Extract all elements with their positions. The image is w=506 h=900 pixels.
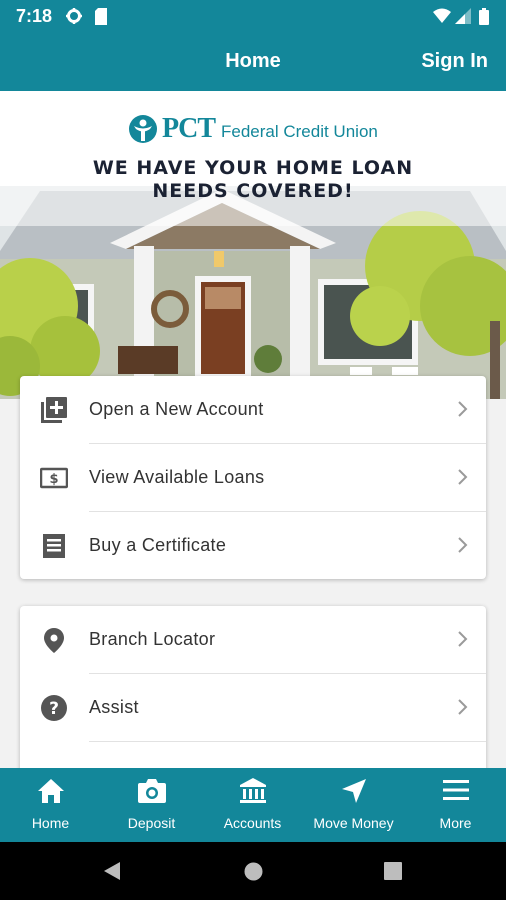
bank-icon [239, 778, 267, 809]
nav-move-money-label: Move Money [313, 815, 394, 831]
home-circle-icon[interactable] [244, 862, 263, 886]
chevron-right-icon [458, 469, 468, 490]
menu-icon [442, 778, 470, 807]
signal-icon [455, 8, 471, 29]
branch-locator-label: Branch Locator [89, 629, 216, 649]
sign-in-button[interactable]: Sign In [421, 50, 488, 73]
nav-home-label: Home [31, 815, 70, 831]
banner-headline-line2: NEEDS COVERED! [152, 180, 354, 202]
status-bar: 7:18 [0, 0, 506, 32]
nav-move-money[interactable]: Move Money [303, 768, 404, 842]
back-icon[interactable] [103, 861, 121, 886]
logo-tagline: Federal Credit Union [221, 122, 378, 141]
view-loans-label: View Available Loans [89, 467, 265, 487]
pct-logo-icon [129, 115, 157, 143]
chevron-right-icon [458, 537, 468, 558]
pct-logo: PCT Federal Credit Union [128, 113, 378, 145]
chevron-right-icon [458, 699, 468, 720]
nav-more-label: More [439, 815, 472, 831]
buy-certificate-item[interactable]: Buy a Certificate [20, 512, 486, 580]
assist-label: Assist [89, 697, 139, 717]
logo-pct-text: PCT [162, 113, 216, 144]
assist-item[interactable]: ? Assist [20, 674, 486, 742]
recents-icon[interactable] [384, 862, 402, 885]
nav-deposit-label: Deposit [127, 815, 176, 831]
system-nav-bar [0, 842, 506, 900]
chevron-right-icon [458, 631, 468, 652]
nav-home[interactable]: Home [0, 768, 101, 842]
certificate-icon [40, 532, 68, 560]
status-time: 7:18 [16, 6, 53, 26]
battery-icon [479, 8, 489, 30]
nav-deposit[interactable]: Deposit [101, 768, 202, 842]
promo-banner[interactable]: PCT Federal Credit Union WE HAVE YOUR HO… [0, 91, 506, 399]
settings-icon [66, 8, 82, 29]
sd-card-icon [94, 8, 108, 30]
banner-headline: WE HAVE YOUR HOME LOAN NEEDS COVERED! [0, 157, 506, 203]
navigation-icon [341, 778, 367, 809]
account-actions-card: Open a New Account $ View Available Loan… [20, 376, 486, 579]
bottom-navigation: Home Deposit Accounts Move Money More [0, 768, 506, 842]
buy-certificate-label: Buy a Certificate [89, 535, 227, 555]
help-icon: ? [40, 694, 68, 722]
open-account-label: Open a New Account [89, 399, 264, 419]
location-pin-icon [40, 626, 68, 654]
wifi-icon [433, 8, 451, 29]
open-account-item[interactable]: Open a New Account [20, 376, 486, 444]
home-icon [37, 778, 65, 809]
money-icon: $ [39, 464, 69, 492]
banner-headline-line1: WE HAVE YOUR HOME LOAN [92, 157, 414, 179]
chevron-right-icon [458, 401, 468, 422]
nav-accounts[interactable]: Accounts [202, 768, 303, 842]
branch-locator-item[interactable]: Branch Locator [20, 606, 486, 674]
app-bar: Home Sign In [0, 32, 506, 91]
nav-more[interactable]: More [405, 768, 506, 842]
nav-accounts-label: Accounts [223, 815, 282, 831]
view-loans-item[interactable]: $ View Available Loans [20, 444, 486, 512]
svg-text:$: $ [49, 472, 58, 487]
svg-text:?: ? [49, 699, 59, 719]
camera-icon [137, 778, 167, 809]
add-box-icon [40, 396, 68, 424]
